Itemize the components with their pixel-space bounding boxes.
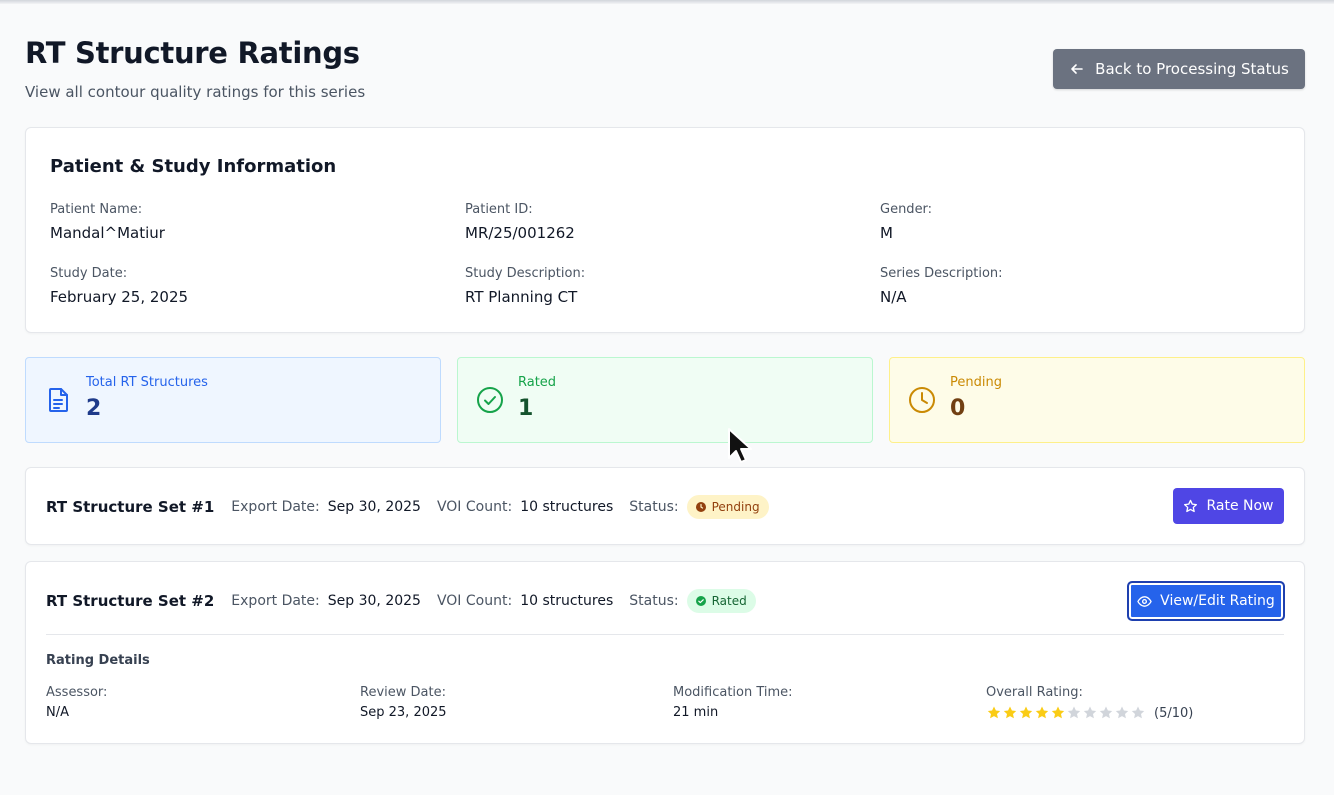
back-to-processing-status-button[interactable]: Back to Processing Status [1053,49,1305,89]
stat-total-value: 2 [86,396,102,421]
top-shadow [0,0,1334,4]
stat-total-structures: Total RT Structures 2 [25,357,441,443]
stat-pending: Pending 0 [889,357,1305,443]
modification-time-value: 21 min [673,705,719,720]
stat-rated: Rated 1 [457,357,873,443]
stat-total-label: Total RT Structures [86,375,208,390]
status-label: Status: [629,593,679,609]
stat-pending-value: 0 [950,396,966,421]
divider [46,634,1284,635]
export-date-label: Export Date: [231,499,320,515]
status-badge-text: Rated [711,594,747,608]
study-description-value: RT Planning CT [465,288,578,306]
export-date-value: Sep 30, 2025 [327,499,421,515]
structure-set-summary: RT Structure Set #1 Export Date: Sep 30,… [46,492,769,522]
study-date-label: Study Date: [50,266,128,281]
page-title: RT Structure Ratings [25,36,360,70]
document-icon [49,388,68,412]
patient-info-title: Patient & Study Information [50,156,337,177]
overall-rating-text: (5/10) [1154,705,1194,721]
rate-now-label: Rate Now [1206,498,1274,514]
assessor-label: Assessor: [46,685,108,700]
patient-id-label: Patient ID: [465,202,533,217]
voi-count-label: VOI Count: [436,499,513,515]
status-badge: Pending [686,495,769,519]
check-circle-icon [477,387,503,413]
check-circle-icon [695,596,706,606]
status-label: Status: [629,499,679,515]
gender-label: Gender: [880,202,933,217]
star-filled-icon [1019,706,1033,719]
structure-set-name: RT Structure Set #1 [46,498,215,516]
overall-rating-label: Overall Rating: [986,685,1083,700]
star-empty-icon [1131,706,1145,719]
study-description-label: Study Description: [465,266,586,281]
structure-set-summary: RT Structure Set #2 Export Date: Sep 30,… [46,586,756,616]
study-date-value: February 25, 2025 [50,288,189,306]
structure-set-card: RT Structure Set #1 Export Date: Sep 30,… [25,467,1305,545]
voi-count-value: 10 structures [520,499,614,515]
patient-study-info-card: Patient & Study Information Patient Name… [25,127,1305,333]
star-list [986,705,1146,721]
star-empty-icon [1067,706,1081,719]
star-outline-icon [1184,499,1198,512]
clock-icon [695,502,706,512]
stat-rated-label: Rated [518,375,557,390]
stat-pending-label: Pending [950,375,1002,390]
patient-name-label: Patient Name: [50,202,143,217]
assessor-value: N/A [46,705,69,720]
gender-value: M [880,224,893,242]
structure-set-card: RT Structure Set #2 Export Date: Sep 30,… [25,561,1305,744]
overall-rating-stars: (5/10) [986,705,1193,721]
star-empty-icon [1099,706,1113,719]
star-filled-icon [1035,706,1049,719]
mouse-cursor-icon [728,428,752,463]
series-description-label: Series Description: [880,266,1003,281]
back-button-label: Back to Processing Status [1095,60,1289,78]
export-date-value: Sep 30, 2025 [327,593,421,609]
structure-set-name: RT Structure Set #2 [46,592,215,610]
star-filled-icon [987,706,1001,719]
star-filled-icon [1051,706,1065,719]
star-empty-icon [1115,706,1129,719]
rate-now-button[interactable]: Rate Now [1173,488,1284,524]
arrow-left-icon [1071,64,1083,74]
view-edit-rating-label: View/Edit Rating [1160,593,1275,609]
voi-count-value: 10 structures [520,593,614,609]
status-badge-text: Pending [711,500,760,514]
status-badge: Rated [686,589,756,613]
star-filled-icon [1003,706,1017,719]
patient-id-value: MR/25/001262 [465,224,575,242]
review-date-value: Sep 23, 2025 [360,705,447,720]
clock-icon [909,387,935,413]
eye-icon [1137,595,1152,607]
modification-time-label: Modification Time: [673,685,793,700]
patient-name-value: Mandal^Matiur [50,224,165,242]
page-subtitle: View all contour quality ratings for thi… [25,83,366,101]
stat-rated-value: 1 [518,396,534,421]
star-empty-icon [1083,706,1097,719]
export-date-label: Export Date: [231,593,320,609]
view-edit-rating-button[interactable]: View/Edit Rating [1127,581,1285,621]
rating-details-title: Rating Details [46,653,150,668]
series-description-value: N/A [880,288,907,306]
review-date-label: Review Date: [360,685,446,700]
voi-count-label: VOI Count: [436,593,513,609]
